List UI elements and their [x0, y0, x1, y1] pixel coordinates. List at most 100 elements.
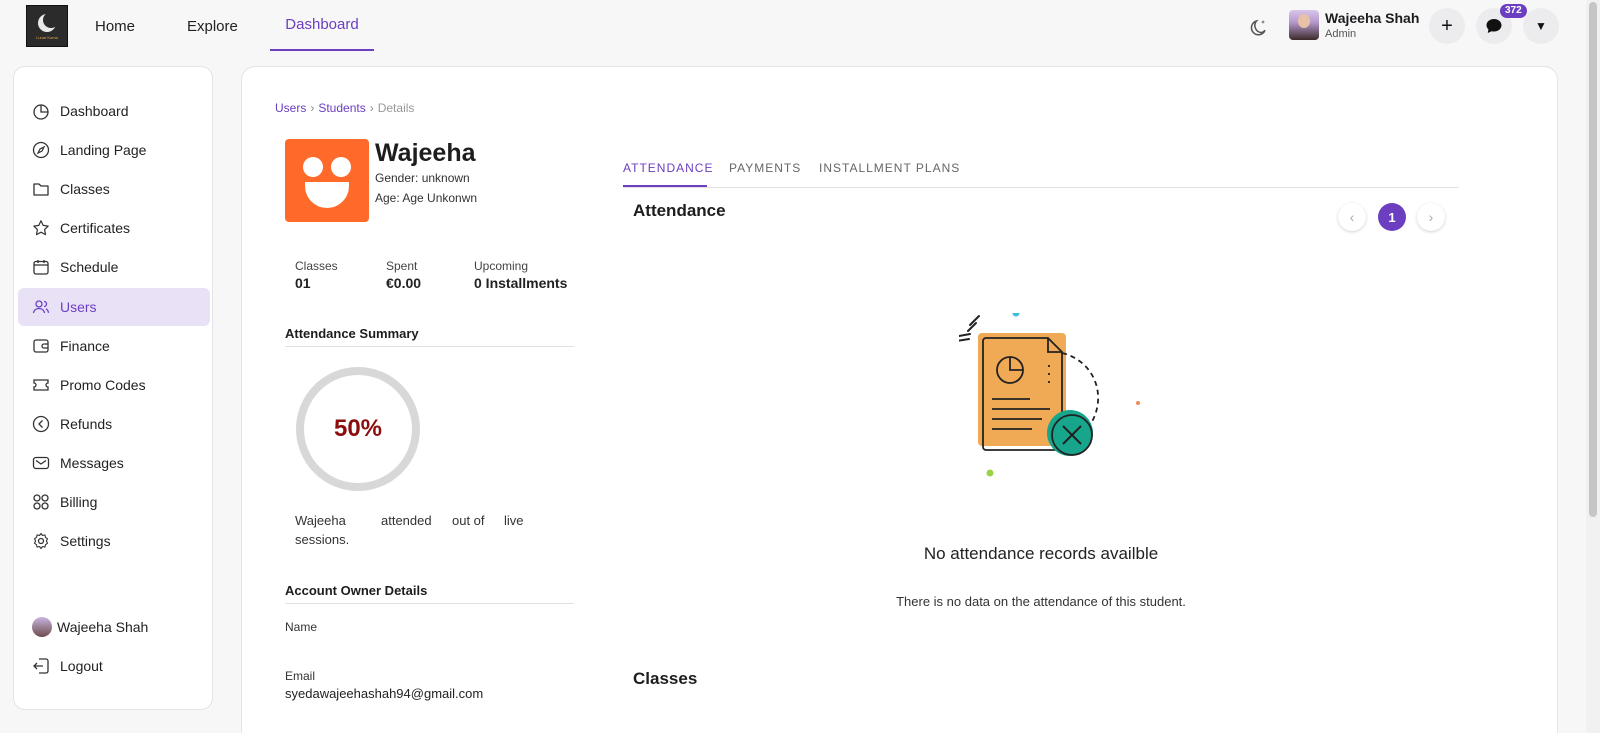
- sidebar-user-profile[interactable]: Wajeeha Shah: [18, 608, 210, 646]
- tab-installment-plans[interactable]: INSTALLMENT PLANS: [819, 161, 960, 175]
- logo-text: Lunar Kama: [36, 35, 58, 40]
- sidebar-item-label: Schedule: [60, 259, 119, 275]
- attendance-text-part: out of: [452, 513, 485, 528]
- sidebar-item-label: Users: [60, 299, 97, 315]
- sidebar-item-label: Promo Codes: [60, 377, 146, 393]
- app-logo[interactable]: Lunar Kama: [26, 5, 68, 47]
- tabs-divider: [623, 187, 1459, 188]
- account-dropdown-button[interactable]: ▼: [1523, 8, 1559, 44]
- star-icon: [33, 220, 49, 236]
- student-gender: Gender: unknown: [375, 171, 470, 185]
- add-button[interactable]: +: [1429, 8, 1465, 44]
- sidebar-item-label: Classes: [60, 181, 110, 197]
- student-age: Age: Age Unkonwn: [375, 191, 478, 205]
- sidebar-item-refunds[interactable]: Refunds: [18, 405, 210, 443]
- attendance-text-part: Wajeeha: [295, 513, 346, 528]
- avatar-eye: [303, 157, 323, 177]
- breadcrumb: Users › Students › Details: [275, 101, 414, 115]
- page-scrollbar[interactable]: [1586, 0, 1600, 733]
- header-user-menu[interactable]: Wajeeha Shah Admin: [1289, 10, 1419, 40]
- wallet-icon: [33, 339, 49, 353]
- chevron-left-icon: ‹: [1349, 209, 1355, 225]
- mail-icon: [32, 456, 50, 470]
- attendance-summary-title: Attendance Summary: [285, 326, 574, 347]
- sidebar-user-name: Wajeeha Shah: [57, 619, 149, 635]
- sidebar-item-users[interactable]: Users: [18, 288, 210, 326]
- attendance-text-end: sessions.: [295, 532, 350, 547]
- nav-dashboard[interactable]: Dashboard: [270, 0, 374, 51]
- avatar: [1289, 10, 1319, 40]
- sidebar-item-promo-codes[interactable]: Promo Codes: [18, 366, 210, 404]
- stat-classes-value: 01: [295, 275, 311, 291]
- header-user-name: Wajeeha Shah: [1325, 9, 1420, 26]
- plus-icon: +: [1441, 14, 1453, 37]
- sidebar-item-dashboard[interactable]: Dashboard: [18, 92, 210, 130]
- sidebar: Dashboard Landing Page Classes Certifica…: [13, 66, 213, 710]
- moon-logo-icon: [38, 12, 59, 32]
- sidebar-item-label: Settings: [60, 533, 111, 549]
- gear-icon: [33, 532, 49, 550]
- folder-icon: [33, 183, 49, 196]
- avatar: [32, 617, 52, 637]
- page-1-button[interactable]: 1: [1378, 203, 1406, 231]
- sidebar-item-schedule[interactable]: Schedule: [18, 248, 210, 286]
- student-details-panel: Users › Students › Details Wajeeha Gender: u…: [241, 66, 1558, 733]
- nav-explore[interactable]: Explore: [187, 0, 238, 52]
- logout-icon: [33, 658, 49, 674]
- account-owner-title: Account Owner Details: [285, 583, 574, 604]
- sidebar-item-landing-page[interactable]: Landing Page: [18, 131, 210, 169]
- breadcrumb-separator: ›: [369, 101, 374, 115]
- avatar-eye: [331, 157, 351, 177]
- stat-upcoming-value: 0 Installments: [474, 275, 568, 291]
- sidebar-item-label: Messages: [60, 455, 124, 471]
- dark-mode-toggle-icon[interactable]: [1249, 17, 1269, 37]
- sidebar-item-label: Landing Page: [60, 142, 147, 158]
- breadcrumb-separator: ›: [310, 101, 315, 115]
- tab-attendance[interactable]: ATTENDANCE: [623, 161, 713, 175]
- top-bar: Lunar Kama Home Explore Dashboard Wajeeh…: [0, 0, 1586, 52]
- chat-bubble-icon: [1486, 19, 1502, 33]
- ticket-icon: [33, 379, 49, 391]
- breadcrumb-current: Details: [377, 101, 415, 115]
- prev-page-button[interactable]: ‹: [1338, 203, 1366, 231]
- sidebar-item-finance[interactable]: Finance: [18, 327, 210, 365]
- nav-home[interactable]: Home: [95, 0, 135, 52]
- attendance-title: Attendance: [633, 201, 726, 220]
- stat-spent-value: €0.00: [386, 275, 422, 291]
- breadcrumb-students[interactable]: Students: [318, 101, 365, 115]
- sidebar-item-billing[interactable]: Billing: [18, 483, 210, 521]
- stat-classes-label: Classes: [295, 259, 338, 273]
- avatar-mouth: [305, 182, 349, 208]
- chat-count-badge: 372: [1500, 4, 1527, 18]
- sidebar-item-settings[interactable]: Settings: [18, 522, 210, 560]
- owner-email-label: Email: [285, 669, 316, 683]
- tab-payments[interactable]: PAYMENTS: [729, 161, 801, 175]
- empty-state-description: There is no data on the attendance of th…: [896, 594, 1186, 609]
- owner-name-label: Name: [285, 620, 318, 634]
- sidebar-item-label: Refunds: [60, 416, 113, 432]
- sidebar-item-label: Billing: [60, 494, 98, 510]
- next-page-button[interactable]: ›: [1417, 203, 1445, 231]
- sidebar-item-messages[interactable]: Messages: [18, 444, 210, 482]
- breadcrumb-users[interactable]: Users: [275, 101, 306, 115]
- compass-icon: [32, 141, 50, 159]
- sidebar-item-certificates[interactable]: Certificates: [18, 209, 210, 247]
- header-user-role: Admin: [1325, 27, 1357, 40]
- owner-email-value: syedawajeehashah94@gmail.com: [285, 686, 484, 701]
- stat-spent-label: Spent: [386, 259, 418, 273]
- caret-down-icon: ▼: [1535, 19, 1547, 33]
- sidebar-item-label: Certificates: [60, 220, 131, 236]
- stat-upcoming-label: Upcoming: [474, 259, 529, 273]
- sidebar-item-label: Dashboard: [60, 103, 129, 119]
- calendar-icon: [33, 260, 49, 275]
- empty-state-title: No attendance records availble: [923, 544, 1159, 563]
- student-name: Wajeeha: [375, 139, 476, 167]
- attendance-text-part: live: [504, 513, 524, 528]
- scrollbar-thumb[interactable]: [1589, 2, 1597, 517]
- logout-button[interactable]: Logout: [18, 647, 210, 685]
- classes-section-title: Classes: [633, 669, 698, 688]
- sidebar-item-classes[interactable]: Classes: [18, 170, 210, 208]
- users-icon: [32, 300, 50, 314]
- sidebar-item-label: Finance: [60, 338, 110, 354]
- attendance-text-part: attended: [381, 513, 432, 528]
